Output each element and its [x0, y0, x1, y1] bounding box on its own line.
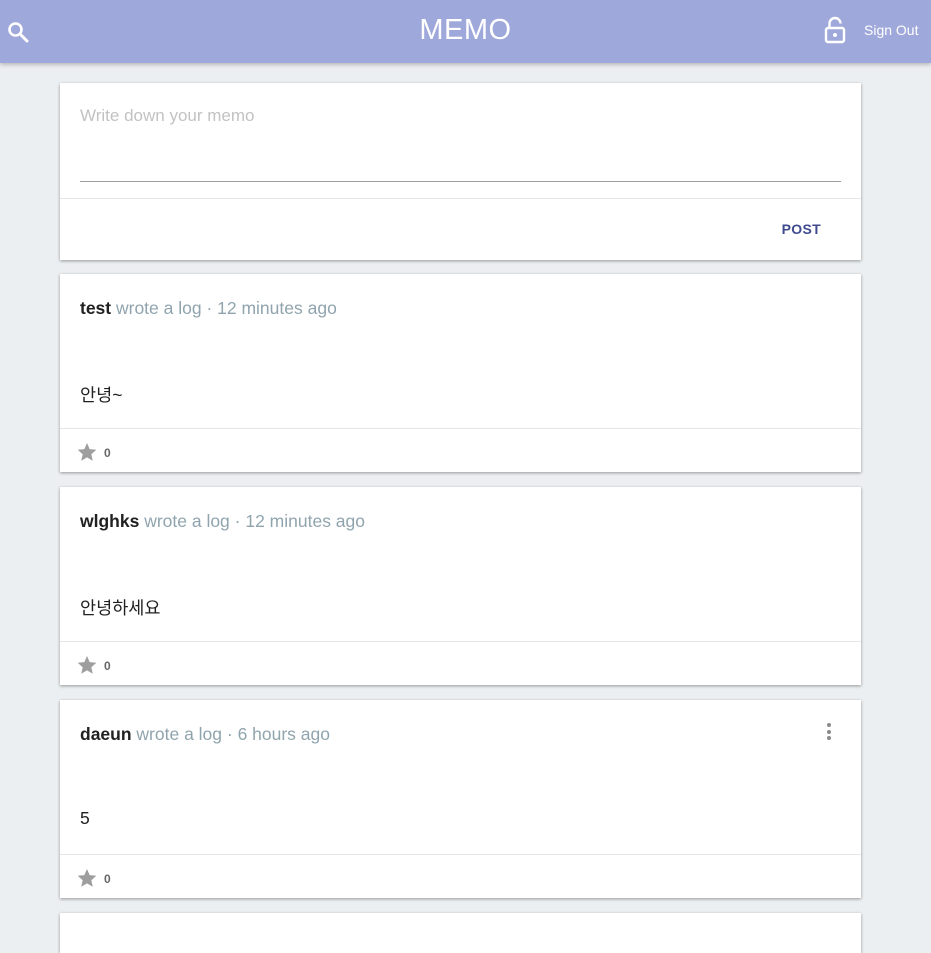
memo-content: 안녕하세요: [80, 598, 161, 618]
memo-divider: [60, 641, 861, 642]
star-icon[interactable]: [76, 654, 98, 676]
star-count: 0: [104, 872, 111, 886]
memo-author[interactable]: wlghks: [80, 511, 139, 531]
memo-input[interactable]: [80, 103, 841, 181]
memo-meta: wrote a log · 12 minutes ago: [111, 298, 337, 318]
memo-input-wrapper: [80, 103, 841, 182]
memo-composer: POST: [60, 83, 861, 260]
more-vert-icon[interactable]: [824, 723, 834, 743]
memo-meta: wrote a log · 12 minutes ago: [139, 511, 366, 531]
memo-header: daeun wrote a log · 6 hours ago: [80, 724, 330, 745]
star-count: 0: [104, 446, 111, 460]
app-title: MEMO: [419, 14, 512, 46]
memo-meta: wrote a log · 6 hours ago: [131, 724, 330, 744]
memo-content: 안녕~: [80, 385, 123, 405]
memo-content: 5: [80, 808, 90, 828]
composer-divider: [60, 198, 861, 199]
star-count: 0: [104, 659, 111, 673]
memo-divider: [60, 428, 861, 429]
memo-card: daeun wrote a log · 6 hours ago 5 0: [60, 700, 861, 898]
star-icon[interactable]: [76, 867, 98, 889]
top-navbar: MEMO Sign Out: [0, 0, 931, 63]
memo-divider: [60, 854, 861, 855]
input-underline: [80, 181, 841, 182]
post-button[interactable]: POST: [782, 221, 821, 237]
sign-out-button[interactable]: Sign Out: [864, 22, 918, 38]
memo-header: wlghks wrote a log · 12 minutes ago: [80, 511, 365, 532]
star-icon[interactable]: [76, 441, 98, 463]
memo-card: test wrote a log · 12 minutes ago 안녕~ 0: [60, 274, 861, 472]
memo-author[interactable]: test: [80, 298, 111, 318]
memo-card: [60, 913, 861, 953]
memo-card: wlghks wrote a log · 12 minutes ago 안녕하세…: [60, 487, 861, 685]
memo-author[interactable]: daeun: [80, 724, 132, 744]
memo-header: test wrote a log · 12 minutes ago: [80, 298, 337, 319]
lock-open-icon[interactable]: [823, 16, 847, 44]
